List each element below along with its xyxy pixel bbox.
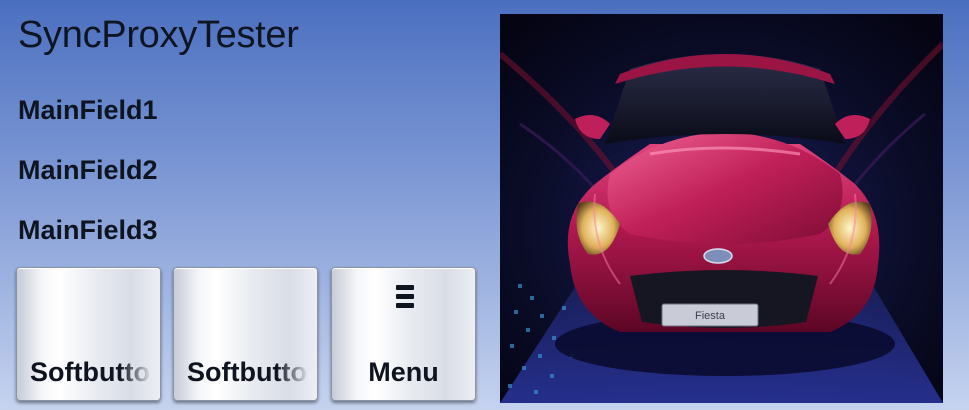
main-field-1: MainField1	[18, 95, 158, 125]
app-title: SyncProxyTester	[18, 14, 299, 56]
car-image: Fiesta	[500, 14, 943, 403]
softbutton-2-label: Softbutton	[187, 357, 307, 387]
softbutton-1-label: Softbutton	[30, 357, 150, 387]
sync-screen: SyncProxyTester MainField1 MainField2 Ma…	[0, 0, 969, 410]
menu-softbutton[interactable]: Menu	[331, 267, 476, 401]
softbutton-1[interactable]: Softbutton	[16, 267, 161, 401]
menu-softbutton-label: Menu	[368, 357, 439, 387]
menu-icon	[388, 282, 422, 312]
primary-graphic: Fiesta	[500, 14, 943, 403]
main-field-3: MainField3	[18, 215, 158, 245]
softbutton-2[interactable]: Softbutton	[173, 267, 318, 401]
main-field-2: MainField2	[18, 155, 158, 185]
softbutton-bar: Softbutton Softbutton Menu	[16, 267, 478, 403]
license-plate-text: Fiesta	[695, 310, 726, 322]
